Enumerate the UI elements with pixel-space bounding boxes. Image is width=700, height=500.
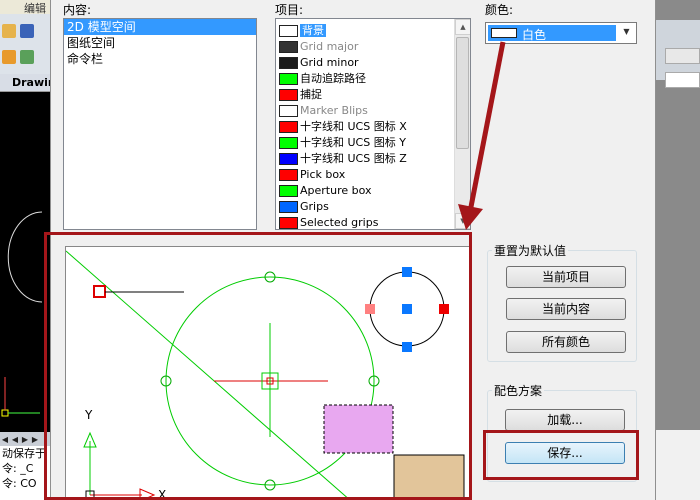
item-row[interactable]: Grid major <box>276 39 470 55</box>
annotation-save-highlight <box>483 430 639 480</box>
scroll-down-icon[interactable]: ▼ <box>455 213 470 229</box>
restore-current-context-button[interactable]: 当前内容 <box>506 298 626 320</box>
items-label: 项目: <box>275 3 304 17</box>
item-label: Grid major <box>300 40 359 53</box>
color-swatch <box>491 28 517 38</box>
restore-defaults-title: 重置为默认值 <box>492 242 569 259</box>
open-file-icon[interactable] <box>2 24 16 38</box>
color-label: 颜色: <box>485 3 514 17</box>
item-label: Marker Blips <box>300 104 368 117</box>
layer-icon[interactable] <box>2 50 16 64</box>
item-label: Pick box <box>300 168 346 181</box>
scroll-thumb[interactable] <box>456 37 469 149</box>
item-color-swatch <box>279 121 298 133</box>
item-label: 十字线和 UCS 图标 Y <box>300 136 406 149</box>
properties-icon[interactable] <box>20 50 34 64</box>
nav-next-icon[interactable]: ▶ <box>20 435 30 444</box>
item-label: Grips <box>300 200 329 213</box>
item-label: 十字线和 UCS 图标 Z <box>300 152 407 165</box>
item-color-swatch <box>279 217 298 229</box>
item-label: 自动追踪路径 <box>300 72 366 85</box>
item-row[interactable]: Marker Blips <box>276 103 470 119</box>
background-ribbon <box>655 20 700 88</box>
item-color-swatch <box>279 41 298 53</box>
item-row[interactable]: Aperture box <box>276 183 470 199</box>
nav-prev-icon[interactable]: ◀ <box>10 435 20 444</box>
item-row[interactable]: 捕捉 <box>276 87 470 103</box>
item-label: Aperture box <box>300 184 372 197</box>
item-row[interactable]: 自动追踪路径 <box>276 71 470 87</box>
annotation-preview-highlight <box>44 232 472 500</box>
context-item-command-line[interactable]: 命令栏 <box>64 51 256 67</box>
item-label: Selected grips <box>300 216 379 229</box>
scroll-up-icon[interactable]: ▲ <box>455 19 470 35</box>
item-color-swatch <box>279 89 298 101</box>
item-color-swatch <box>279 153 298 165</box>
color-scheme-title: 配色方案 <box>492 382 545 399</box>
item-row[interactable]: Grid minor <box>276 55 470 71</box>
context-item-paper-space[interactable]: 图纸空间 <box>64 35 256 51</box>
save-icon[interactable] <box>20 24 34 38</box>
color-dropdown[interactable]: 白色 ▼ <box>485 22 637 44</box>
background-status-area <box>655 430 700 500</box>
dropdown-arrow-icon[interactable]: ▼ <box>617 23 636 43</box>
item-color-swatch <box>279 105 298 117</box>
load-scheme-button[interactable]: 加载... <box>505 409 625 431</box>
restore-all-colors-button[interactable]: 所有颜色 <box>506 331 626 353</box>
color-dropdown-selection: 白色 <box>488 25 616 42</box>
item-row[interactable]: Grips <box>276 199 470 215</box>
item-label: 背景 <box>300 24 326 37</box>
restore-current-item-button[interactable]: 当前项目 <box>506 266 626 288</box>
background-ribbon-control[interactable] <box>665 72 700 88</box>
nav-first-icon[interactable]: ◀ <box>0 435 10 444</box>
item-label: Grid minor <box>300 56 359 69</box>
nav-last-icon[interactable]: ▶ <box>30 435 40 444</box>
item-color-swatch <box>279 73 298 85</box>
item-color-swatch <box>279 25 298 37</box>
context-item-model-space[interactable]: 2D 模型空间 <box>64 19 256 35</box>
item-color-swatch <box>279 169 298 181</box>
item-row[interactable]: 十字线和 UCS 图标 X <box>276 119 470 135</box>
item-color-swatch <box>279 57 298 69</box>
items-list: 背景 Grid major Grid minor 自动追踪路径 捕捉 Marker Bli… <box>276 19 470 229</box>
item-row[interactable]: 背景 <box>276 23 470 39</box>
item-row[interactable]: Selected grips <box>276 215 470 229</box>
item-color-swatch <box>279 185 298 197</box>
item-label: 捕捉 <box>300 88 322 101</box>
item-label: 十字线和 UCS 图标 X <box>300 120 407 133</box>
item-row[interactable]: Pick box <box>276 167 470 183</box>
background-ribbon-control[interactable] <box>665 48 700 64</box>
item-color-swatch <box>279 137 298 149</box>
item-color-swatch <box>279 201 298 213</box>
context-label: 内容: <box>63 3 92 17</box>
item-row[interactable]: 十字线和 UCS 图标 Y <box>276 135 470 151</box>
context-listbox[interactable]: 2D 模型空间 图纸空间 命令栏 <box>63 18 257 230</box>
color-dropdown-value: 白色 <box>522 28 547 42</box>
items-scrollbar[interactable]: ▲ ▼ <box>454 19 470 229</box>
background-right-panel <box>655 0 700 500</box>
item-row[interactable]: 十字线和 UCS 图标 Z <box>276 151 470 167</box>
items-listbox[interactable]: 背景 Grid major Grid minor 自动追踪路径 捕捉 Marker Bli… <box>275 18 471 230</box>
